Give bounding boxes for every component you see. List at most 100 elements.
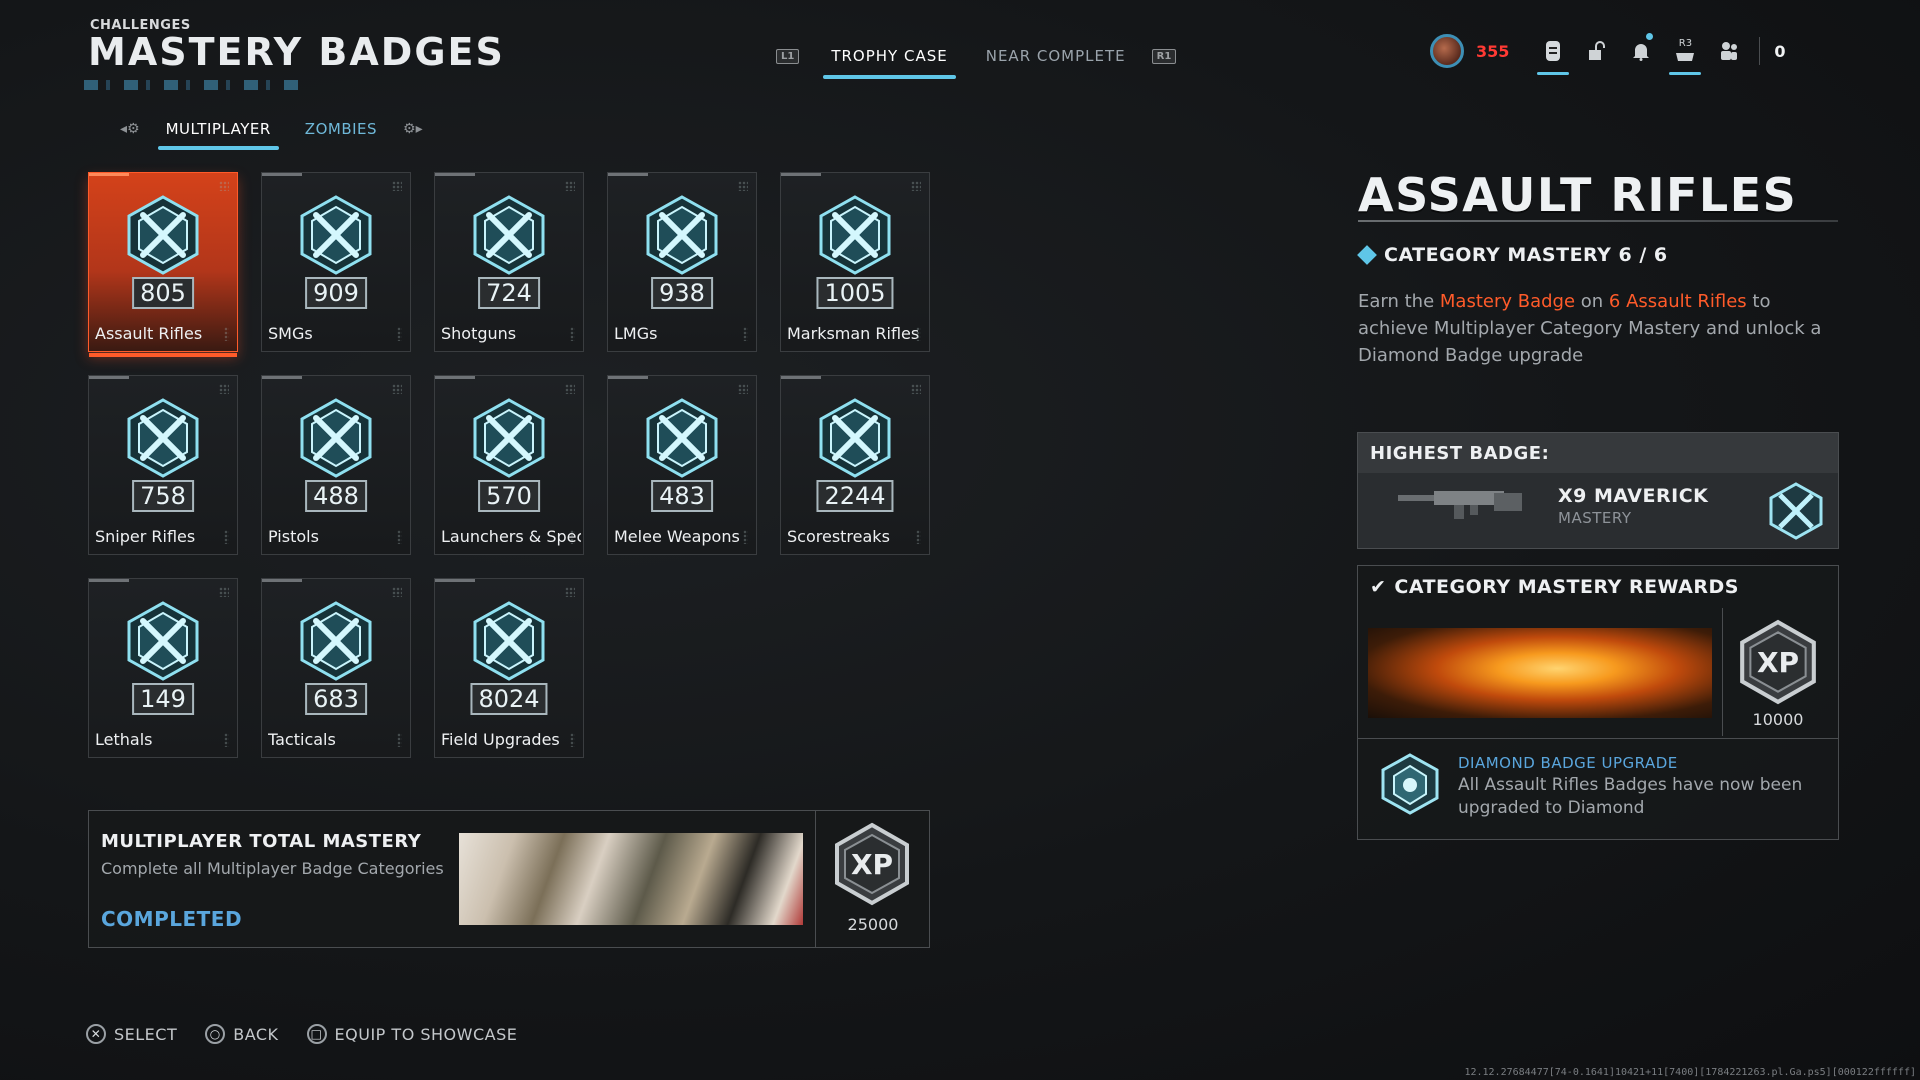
prompt-equip-label: EQUIP TO SHOWCASE xyxy=(334,1024,518,1044)
badge-label: Lethals xyxy=(95,730,153,749)
rewards-divider-horizontal xyxy=(1358,738,1838,739)
tile-grip-icon xyxy=(224,327,229,341)
r3-label: R3 xyxy=(1678,38,1693,49)
square-button-icon: □ xyxy=(306,1024,327,1044)
r1-button-icon[interactable]: R1 xyxy=(1151,48,1177,64)
tile-grip-icon xyxy=(565,181,575,191)
tile-grip-icon xyxy=(743,530,748,544)
mastery-badge-icon xyxy=(121,193,205,277)
badge-count: 2244 xyxy=(816,480,894,512)
left-bumper-icon[interactable]: ◂⚙ xyxy=(120,121,140,137)
bell-icon[interactable] xyxy=(1619,27,1663,75)
category-mastery-text: CATEGORY MASTERY 6 / 6 xyxy=(1384,244,1668,266)
tile-grip-icon xyxy=(738,384,748,394)
badge-count: 570 xyxy=(478,480,540,512)
hud-divider xyxy=(1759,37,1761,65)
l1-button-icon[interactable]: L1 xyxy=(776,48,800,64)
tile-grip-icon xyxy=(570,327,575,341)
prompt-back[interactable]: ○ BACK xyxy=(205,1024,278,1044)
tile-grip-icon xyxy=(397,733,402,747)
mastery-badge-icon xyxy=(294,193,378,277)
mastery-badge-icon xyxy=(640,396,724,480)
badge-tile[interactable]: 724 Shotguns xyxy=(434,172,584,352)
category-mastery-line: CATEGORY MASTERY 6 / 6 xyxy=(1357,244,1668,266)
badge-count: 8024 xyxy=(470,683,548,715)
upgrade-title: DIAMOND BADGE UPGRADE xyxy=(1458,754,1678,772)
xp-reward-label: XP xyxy=(1756,646,1800,679)
badge-tile[interactable]: 938 LMGs xyxy=(607,172,757,352)
panel-divider xyxy=(815,811,816,947)
mastery-badge-icon xyxy=(467,396,551,480)
tile-grip-icon xyxy=(397,530,402,544)
badge-count: 488 xyxy=(305,480,367,512)
mastery-badge-icon xyxy=(121,396,205,480)
prompt-select-label: SELECT xyxy=(114,1024,178,1044)
badge-tile[interactable]: 570 Launchers & Spec xyxy=(434,375,584,555)
avatar-icon[interactable] xyxy=(1430,34,1464,68)
detail-description: Earn the Mastery Badge on 6 Assault Rifl… xyxy=(1358,288,1828,369)
unlock-icon[interactable] xyxy=(1575,27,1619,75)
store-icon[interactable] xyxy=(1531,27,1575,75)
tile-grip-icon xyxy=(738,181,748,191)
mastery-badge-icon xyxy=(813,396,897,480)
badge-tile[interactable]: 8024 Field Upgrades xyxy=(434,578,584,758)
top-nav: L1 TROPHY CASE NEAR COMPLETE R1 xyxy=(776,36,1177,79)
prompt-select[interactable]: ✕ SELECT xyxy=(86,1024,177,1044)
tile-grip-icon xyxy=(570,530,575,544)
mastery-badge-icon xyxy=(467,193,551,277)
badge-label: LMGs xyxy=(614,324,658,343)
badge-tile[interactable]: 488 Pistols xyxy=(261,375,411,555)
badge-label: Shotguns xyxy=(441,324,517,343)
badge-tile[interactable]: 149 Lethals xyxy=(88,578,238,758)
reward-artwork xyxy=(459,833,803,925)
tile-grip-icon xyxy=(911,181,921,191)
tile-grip-icon xyxy=(224,733,229,747)
badge-count: 909 xyxy=(305,277,367,309)
badge-tile[interactable]: 1005 Marksman Rifles xyxy=(780,172,930,352)
prompt-equip[interactable]: □ EQUIP TO SHOWCASE xyxy=(306,1024,518,1044)
badge-count: 483 xyxy=(651,480,713,512)
badge-label: Launchers & Spec xyxy=(441,527,581,546)
badge-count: 938 xyxy=(651,277,713,309)
rewards-header: ✔ CATEGORY MASTERY REWARDS xyxy=(1370,576,1739,598)
tile-grip-icon xyxy=(219,587,229,597)
upgrade-description: All Assault Rifles Badges have now been … xyxy=(1458,775,1803,818)
tile-grip-icon xyxy=(219,384,229,394)
badge-tile[interactable]: 758 Sniper Rifles xyxy=(88,375,238,555)
checkmark-icon: ✔ xyxy=(1370,576,1387,598)
rewards-title: CATEGORY MASTERY REWARDS xyxy=(1394,576,1739,598)
xp-amount: 25000 xyxy=(847,915,899,934)
category-rewards-panel: ✔ CATEGORY MASTERY REWARDS XP 10000 DIAM… xyxy=(1357,565,1839,840)
tile-grip-icon xyxy=(392,384,402,394)
tab-zombies[interactable]: ZOMBIES xyxy=(297,118,385,140)
badge-tile[interactable]: 805 Assault Rifles xyxy=(88,172,238,357)
tab-near-complete[interactable]: NEAR COMPLETE xyxy=(978,43,1134,69)
badge-label: Assault Rifles xyxy=(95,324,203,343)
cross-button-icon: ✕ xyxy=(86,1024,106,1044)
total-mastery-panel[interactable]: MULTIPLAYER TOTAL MASTERY Complete all M… xyxy=(88,810,930,948)
phoenix-reward-artwork xyxy=(1368,628,1712,718)
badge-count: 805 xyxy=(132,277,194,309)
desc-highlight-badge: Mastery Badge xyxy=(1439,291,1576,312)
party-icon[interactable] xyxy=(1707,27,1751,75)
tab-multiplayer[interactable]: MULTIPLAYER xyxy=(157,118,280,150)
badge-tile[interactable]: 909 SMGs xyxy=(261,172,411,352)
controller-icon[interactable]: R3 xyxy=(1663,27,1707,75)
badge-label: Field Upgrades xyxy=(441,730,560,749)
xp-reward-icon: XP xyxy=(1734,618,1822,706)
badge-label: Melee Weapons xyxy=(614,527,740,546)
tab-trophy-case[interactable]: TROPHY CASE xyxy=(823,43,957,79)
badge-grid: 805 Assault Rifles 909 SMGs 724 Shotguns… xyxy=(88,172,930,758)
highest-badge-sub: MASTERY xyxy=(1558,509,1632,527)
badge-label: Pistols xyxy=(268,527,319,546)
badge-count: 149 xyxy=(132,683,194,715)
badge-tile[interactable]: 683 Tacticals xyxy=(261,578,411,758)
badge-tile[interactable]: 483 Melee Weapons xyxy=(607,375,757,555)
right-bumper-icon[interactable]: ⚙▸ xyxy=(403,121,423,137)
tile-grip-icon xyxy=(224,530,229,544)
badge-label: Marksman Rifles xyxy=(787,324,920,343)
page-title: MASTERY BADGES xyxy=(88,30,505,74)
badge-count: 724 xyxy=(478,277,540,309)
mastery-badge-icon xyxy=(640,193,724,277)
badge-tile[interactable]: 2244 Scorestreaks xyxy=(780,375,930,555)
